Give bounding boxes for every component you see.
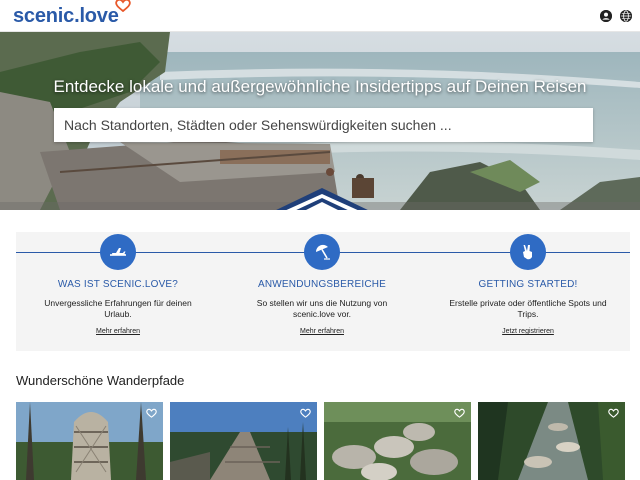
hero-title: Entdecke lokale und außergewöhnliche Ins… (53, 77, 587, 96)
globe-icon[interactable] (620, 9, 632, 22)
beach-umbrella-icon (304, 234, 340, 270)
trail-card[interactable] (478, 402, 625, 480)
info-text: Erstelle private oder öffentliche Spots … (449, 298, 607, 319)
hand-peace-icon (510, 234, 546, 270)
account-circle-icon[interactable] (600, 9, 612, 22)
more-info-link[interactable]: Mehr erfahren (300, 328, 344, 335)
info-title: WAS IST SCENIC.LOVE? (57, 279, 179, 290)
trail-card[interactable] (170, 402, 317, 480)
info-text: So stellen wir uns die Nutzung von sceni… (256, 298, 388, 319)
register-link[interactable]: Jetzt registrieren (502, 328, 554, 335)
trail-card[interactable] (324, 402, 471, 480)
heart-icon (114, 0, 131, 12)
info-title: GETTING STARTED! (478, 279, 578, 290)
trail-card-image (324, 402, 471, 480)
trail-card-image (16, 402, 163, 480)
favorite-heart-icon[interactable] (608, 408, 619, 418)
more-info-link[interactable]: Mehr erfahren (96, 328, 140, 335)
airplane-icon (100, 234, 136, 270)
info-title: ANWENDUNGSBEREICHE (257, 279, 387, 290)
site-logo[interactable]: scenic. love (13, 0, 131, 27)
trail-card[interactable] (16, 402, 163, 480)
trail-card-list (16, 402, 630, 480)
info-column-about: WAS IST SCENIC.LOVE? Unvergessliche Erfa… (18, 234, 218, 338)
favorite-heart-icon[interactable] (300, 408, 311, 418)
site-header: scenic. love (0, 0, 640, 32)
info-column-getting-started: GETTING STARTED! Erstelle private oder ö… (428, 234, 628, 338)
logo-text-love: love (79, 4, 119, 27)
favorite-heart-icon[interactable] (454, 408, 465, 418)
info-column-usage: ANWENDUNGSBEREICHE So stellen wir uns di… (222, 234, 422, 338)
hero-banner: Entdecke lokale und außergewöhnliche Ins… (0, 32, 640, 210)
favorite-heart-icon[interactable] (146, 408, 157, 418)
logo-text-scenic: scenic. (13, 4, 80, 27)
trail-card-image (170, 402, 317, 480)
search-input[interactable] (54, 108, 593, 142)
trail-card-image (478, 402, 625, 480)
mountain-divider-icon (276, 188, 368, 210)
header-actions (600, 9, 632, 22)
section-title: Wunderschöne Wanderpfade (16, 373, 185, 388)
info-text: Unvergessliche Erfahrungen für deinen Ur… (44, 298, 192, 319)
